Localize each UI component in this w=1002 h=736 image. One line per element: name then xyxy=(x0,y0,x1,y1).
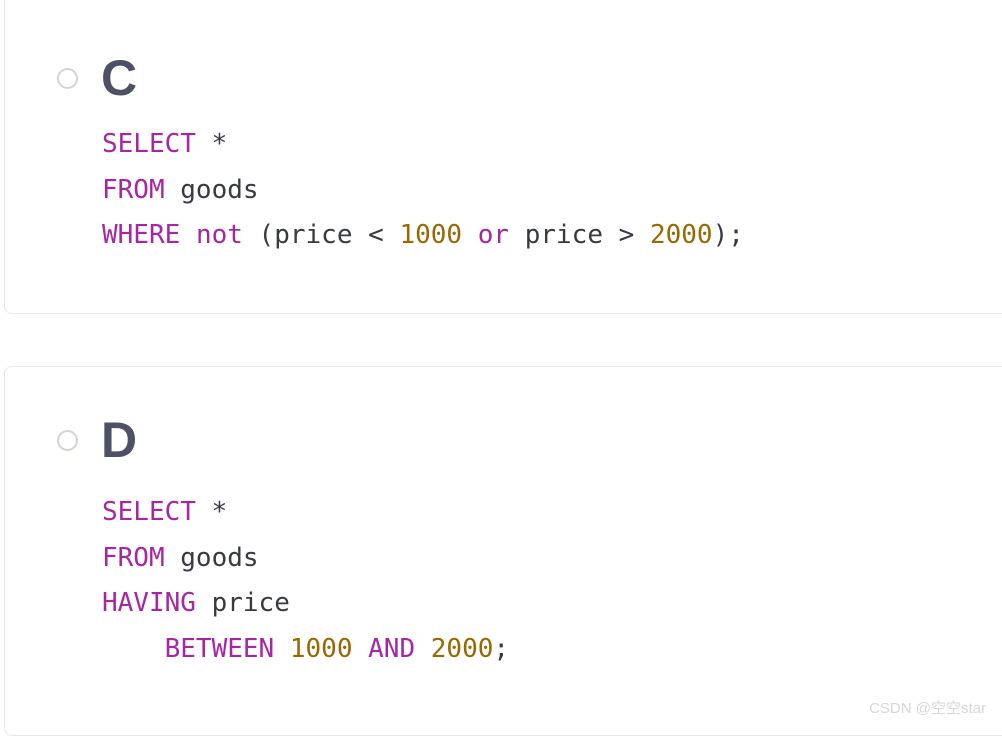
code-token: price xyxy=(195,588,290,618)
code-token: HAVING xyxy=(102,588,196,618)
code-token: ; xyxy=(493,633,510,664)
code-token: SELECT xyxy=(102,497,196,527)
radio-unchecked-icon[interactable] xyxy=(57,429,78,451)
code-token: 1000 xyxy=(399,220,463,250)
code-token: goods xyxy=(164,542,259,573)
code-token: * xyxy=(195,497,228,527)
option-header-d[interactable]: D xyxy=(57,415,138,465)
code-token: 2000 xyxy=(430,633,494,664)
code-token: FROM xyxy=(102,542,165,573)
code-token: (price < xyxy=(242,220,400,250)
code-token: WHERE xyxy=(102,220,181,250)
option-card-d[interactable]: D SELECT * FROM goods HAVING price BETWE… xyxy=(4,366,1002,736)
option-header-c[interactable]: C xyxy=(57,53,138,103)
code-token: goods xyxy=(164,174,259,205)
code-token: * xyxy=(195,129,228,159)
code-token: SELECT xyxy=(102,129,196,159)
code-token: 1000 xyxy=(289,633,353,664)
code-token: 2000 xyxy=(649,220,713,250)
code-snippet-c: SELECT * FROM goods WHERE not (price < 1… xyxy=(102,122,744,259)
option-card-c[interactable]: C SELECT * FROM goods WHERE not (price <… xyxy=(4,0,1002,314)
option-letter-d: D xyxy=(101,412,138,468)
code-token: AND xyxy=(368,633,416,664)
code-token: BETWEEN xyxy=(164,633,275,664)
code-token: FROM xyxy=(102,174,165,205)
code-token: ); xyxy=(712,220,744,250)
code-snippet-d: SELECT * FROM goods HAVING price BETWEEN… xyxy=(102,490,509,672)
code-token: not xyxy=(195,220,243,250)
radio-unchecked-icon[interactable] xyxy=(57,67,78,89)
csdn-watermark: CSDN @空空star xyxy=(869,700,986,717)
code-token: price > xyxy=(509,220,650,250)
code-token: or xyxy=(477,220,510,250)
option-letter-c: C xyxy=(101,50,138,106)
quiz-options-page: C SELECT * FROM goods WHERE not (price <… xyxy=(0,0,1002,736)
